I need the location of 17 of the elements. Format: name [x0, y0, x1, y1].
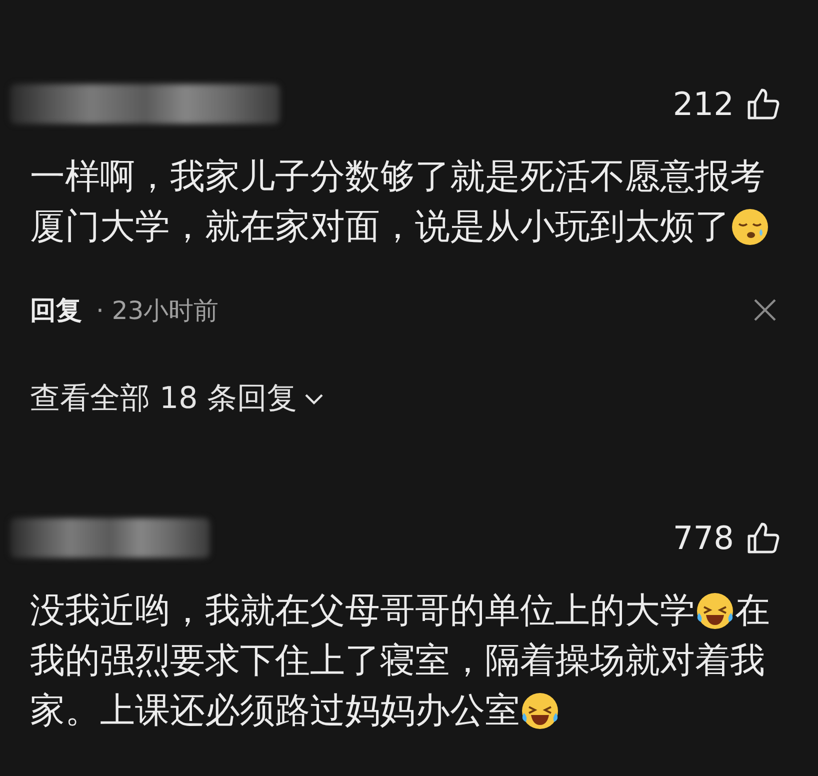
thumbs-up-icon[interactable]: [746, 87, 780, 121]
like-count: 212: [672, 85, 734, 123]
comment-text: 一样啊，我家儿子分数够了就是死活不愿意报考: [30, 156, 765, 199]
like-count: 778: [672, 519, 734, 557]
laughing-tears-icon: [695, 591, 735, 631]
laughing-tears-icon: [520, 691, 560, 731]
close-icon[interactable]: [752, 297, 778, 323]
comment-text: 我的强烈要求下住上了寝室，隔着操场就对着我: [30, 640, 765, 683]
comment-time: · 23小时前: [96, 294, 219, 326]
thumbs-up-icon[interactable]: [746, 521, 780, 555]
comment-text: 没我近哟，我就在父母哥哥的单位上的大学: [30, 590, 695, 633]
comment-text: 家。上课还必须路过妈妈办公室: [30, 690, 520, 733]
comment-text: 在: [735, 590, 770, 633]
tired-face-icon: [730, 207, 770, 247]
view-replies-button[interactable]: 查看全部 18 条回复: [30, 378, 326, 419]
reply-link[interactable]: 回复: [30, 292, 82, 328]
comment-text: 厦门大学，就在家对面，说是从小玩到太烦了: [30, 206, 730, 249]
